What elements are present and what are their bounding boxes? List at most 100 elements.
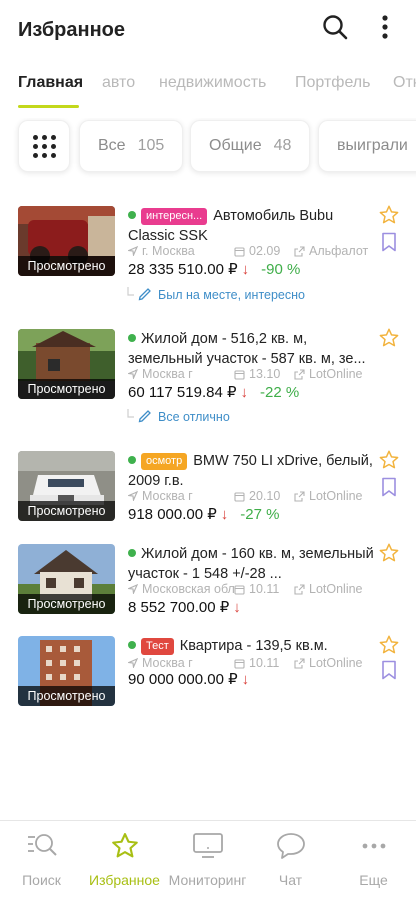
tag-badge: Тест	[141, 638, 174, 655]
lot-title-text: Жилой дом - 516,2 кв. м, земельный участ…	[128, 331, 366, 367]
chip-won[interactable]: выиграли	[318, 120, 416, 172]
category-tabs: Главная авто недвижимость Портфель Отк	[0, 60, 416, 110]
location-arrow-icon	[128, 491, 138, 501]
lot-meta: Московская обл 10.11 LotOnline	[128, 582, 378, 596]
search-icon[interactable]	[320, 12, 350, 42]
external-link-icon	[294, 245, 305, 257]
lot-date: 10.11	[234, 656, 294, 670]
nav-chat[interactable]: Чат	[249, 821, 332, 900]
grid-view-button[interactable]	[18, 120, 70, 172]
chat-icon	[276, 833, 305, 859]
star-icon[interactable]	[378, 634, 400, 656]
nav-favorites[interactable]: Избранное	[83, 821, 166, 900]
lot-source[interactable]: LotOnline	[294, 489, 363, 503]
price-down-icon: ↓	[240, 383, 249, 401]
lot-location: Москва г	[128, 367, 234, 381]
status-dot	[128, 211, 136, 219]
price-down-icon: ↓	[241, 670, 250, 688]
date-text: 10.11	[249, 582, 280, 596]
lot-location: Москва г	[128, 489, 234, 503]
date-text: 10.11	[249, 656, 280, 670]
nav-label: Избранное	[89, 872, 160, 888]
source-text: LotOnline	[309, 656, 363, 670]
chip-label: Все	[98, 137, 126, 154]
star-icon[interactable]	[378, 327, 400, 349]
tab-main[interactable]: Главная	[18, 74, 83, 92]
lot-note[interactable]: Был на месте, интересно	[126, 287, 305, 303]
nav-search[interactable]: Поиск	[0, 821, 83, 900]
status-dot	[128, 456, 136, 464]
viewed-label: Просмотрено	[18, 686, 115, 706]
external-link-icon	[294, 583, 305, 595]
chip-shared[interactable]: Общие 48	[190, 120, 311, 172]
lot-source[interactable]: LotOnline	[294, 582, 363, 596]
lot-thumbnail: Просмотрено	[18, 206, 115, 276]
price-down-icon: ↓	[233, 598, 241, 616]
lot-title: Жилой дом - 516,2 кв. м, земельный участ…	[128, 329, 376, 369]
location-text: Москва г	[142, 489, 193, 503]
nav-more[interactable]: Еще	[332, 821, 415, 900]
discount-percent: -22 %	[260, 383, 300, 401]
status-dot	[128, 334, 136, 342]
note-edit-icon	[127, 287, 151, 301]
tab-realty[interactable]: недвижимость	[159, 74, 266, 92]
lot-title: осмотр BMW 750 LI xDrive, белый, 2009 г.в…	[128, 451, 376, 491]
chip-count: 105	[137, 137, 165, 154]
calendar-icon	[234, 246, 245, 257]
lot-price: 60 117 519.84 ₽	[128, 384, 237, 401]
bookmark-icon[interactable]	[381, 232, 397, 252]
lot-price-row: 8 552 700.00 ₽ ↓	[128, 598, 241, 617]
lot-price: 28 335 510.00 ₽	[128, 261, 238, 278]
nav-label: Мониторинг	[168, 872, 247, 888]
nav-monitoring[interactable]: Мониторинг	[166, 821, 249, 900]
bookmark-icon[interactable]	[381, 477, 397, 497]
viewed-label: Просмотрено	[18, 501, 115, 521]
lot-source[interactable]: Альфалот	[294, 244, 368, 258]
chip-label: Общие	[209, 137, 262, 154]
lot-thumbnail: Просмотрено	[18, 544, 115, 614]
nav-label: Чат	[278, 872, 303, 888]
lot-source[interactable]: LotOnline	[294, 367, 363, 381]
chip-all[interactable]: Все 105	[79, 120, 184, 172]
note-edit-icon	[127, 409, 151, 423]
lot-title: Тест Квартира - 139,5 кв.м.	[128, 636, 376, 656]
location-arrow-icon	[128, 658, 138, 668]
more-vertical-icon[interactable]	[370, 12, 400, 42]
calendar-icon	[234, 369, 245, 380]
lot-date: 20.10	[234, 489, 294, 503]
calendar-icon	[234, 584, 245, 595]
nav-label: Еще	[359, 872, 388, 888]
calendar-icon	[234, 658, 245, 669]
bookmark-icon[interactable]	[381, 660, 397, 680]
location-text: г. Москва	[142, 244, 195, 258]
note-text: Был на месте, интересно	[158, 288, 305, 302]
tab-portfolio[interactable]: Портфель	[295, 74, 370, 92]
external-link-icon	[294, 490, 305, 502]
location-arrow-icon	[128, 246, 138, 256]
lot-meta: г. Москва 02.09 Альфалот	[128, 244, 378, 258]
lot-note[interactable]: Все отлично	[126, 409, 230, 425]
location-text: Московская обл	[142, 582, 234, 596]
lot-thumbnail: Просмотрено	[18, 636, 115, 706]
chip-label: выиграли	[337, 137, 408, 154]
viewed-label: Просмотрено	[18, 379, 115, 399]
star-icon	[111, 833, 138, 858]
star-icon[interactable]	[378, 204, 400, 226]
discount-percent: -90 %	[261, 260, 301, 278]
star-icon[interactable]	[378, 542, 400, 564]
viewed-label: Просмотрено	[18, 256, 115, 276]
lot-meta: Москва г 13.10 LotOnline	[128, 367, 378, 381]
lot-location: Московская обл	[128, 582, 234, 596]
status-dot	[128, 641, 136, 649]
lot-thumbnail: Просмотрено	[18, 451, 115, 521]
monitor-icon	[192, 833, 223, 858]
lot-title: интересн... Автомобиль Bubu Classic SSK	[128, 206, 376, 246]
star-icon[interactable]	[378, 449, 400, 471]
lot-source[interactable]: LotOnline	[294, 656, 363, 670]
tab-auto[interactable]: авто	[102, 74, 135, 92]
tab-other[interactable]: Отк	[393, 74, 416, 92]
lot-date: 02.09	[234, 244, 294, 258]
lot-date: 10.11	[234, 582, 294, 596]
date-text: 13.10	[249, 367, 281, 381]
lot-location: г. Москва	[128, 244, 234, 258]
